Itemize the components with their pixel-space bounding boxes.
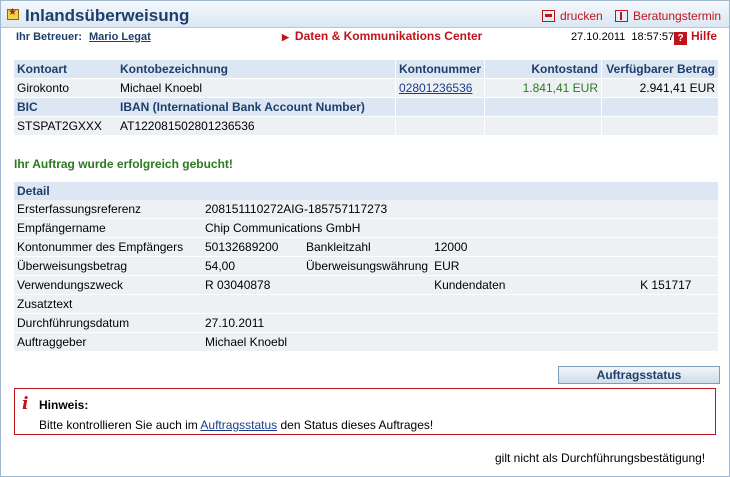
extra-label: Zusatztext: [14, 294, 202, 314]
purpose-label: Verwendungszweck: [14, 275, 202, 295]
empty-header-cell: [484, 97, 602, 117]
col-header-verfuegbar: Verfügbarer Betrag: [601, 60, 718, 79]
empty-cell: [395, 116, 485, 136]
purpose-value: R 03040878: [202, 275, 432, 295]
empty-cell: [484, 116, 602, 136]
col-header-iban: IBAN (International Bank Account Number): [117, 97, 396, 117]
detail-row: Empfängername Chip Communications GmbH: [14, 218, 718, 238]
datetime: 27.10.2011 18:57:57: [571, 31, 675, 43]
help-link[interactable]: ? Hilfe: [674, 29, 717, 45]
bic-header-row: BIC IBAN (International Bank Account Num…: [14, 97, 718, 117]
blz-label: Bankleitzahl: [303, 237, 432, 257]
detail-row: Überweisungsbetrag 54,00 Überweisungswäh…: [14, 256, 718, 276]
notice-title: Hinweis:: [39, 398, 89, 412]
order-status-link[interactable]: Auftragsstatus: [200, 418, 277, 432]
detail-row: Zusatztext: [14, 294, 718, 314]
page-title: Inlandsüberweisung: [25, 6, 190, 25]
communication-center-link[interactable]: Daten & Kommunikations Center: [282, 29, 482, 43]
detail-row: Durchführungsdatum 27.10.2011: [14, 313, 718, 333]
col-header-kontonummer: Kontonummer: [395, 60, 485, 79]
currency-value: EUR: [431, 256, 718, 276]
detail-row: Auftraggeber Michael Knoebl: [14, 332, 718, 352]
date-label: Durchführungsdatum: [14, 313, 202, 333]
success-message: Ihr Auftrag wurde erfolgreich gebucht!: [14, 157, 233, 171]
date-value: 27.10.2011: [202, 313, 718, 333]
account-header-row: Kontoart Kontobezeichnung Kontonummer Ko…: [14, 60, 718, 79]
ref-value: 208151110272AIG-185757117273: [202, 200, 718, 219]
cell-bic: STSPAT2GXXX: [14, 116, 117, 136]
advisor-label: Ihr Betreuer:: [16, 31, 83, 43]
extra-value: [202, 294, 718, 314]
account-table: Kontoart Kontobezeichnung Kontonummer Ko…: [14, 60, 718, 136]
detail-row: Kontonummer des Empfängers 50132689200 B…: [14, 237, 718, 257]
detail-title: Detail: [14, 182, 718, 200]
detail-row: Ersterfassungsreferenz 208151110272AIG-1…: [14, 200, 718, 219]
advisor-link[interactable]: Mario Legat: [89, 31, 151, 43]
recipient-label: Empfängername: [14, 218, 202, 238]
amount-value: 54,00: [202, 256, 303, 276]
cell-kontostand: 1.841,41 EUR: [484, 78, 602, 98]
detail-row: Verwendungszweck R 03040878 Kundendaten …: [14, 275, 718, 295]
currency-label: Überweisungswährung: [303, 256, 432, 276]
acctno-value: 50132689200: [202, 237, 303, 257]
notice-text-after: den Status dieses Auftrages!: [277, 418, 434, 432]
empty-header-cell: [601, 97, 718, 117]
order-status-button[interactable]: Auftragsstatus: [558, 366, 720, 384]
col-header-kontostand: Kontostand: [484, 60, 602, 79]
info-icon: i: [22, 394, 29, 414]
acctno-label: Kontonummer des Empfängers: [14, 237, 202, 257]
account-number-link[interactable]: 02801236536: [399, 81, 472, 95]
blz-value: 12000: [431, 237, 718, 257]
customer-label: Kundendaten: [431, 275, 638, 295]
recipient-value: Chip Communications GmbH: [202, 218, 718, 238]
appointment-label: Beratungstermin: [633, 9, 722, 23]
bic-row: STSPAT2GXXX AT122081502801236536: [14, 116, 718, 136]
col-header-kontoart: Kontoart: [14, 60, 117, 79]
orderer-label: Auftraggeber: [14, 332, 202, 352]
col-header-bic: BIC: [14, 97, 117, 117]
cell-kontobezeichnung: Michael Knoebl: [117, 78, 396, 98]
account-row: Girokonto Michael Knoebl 02801236536 1.8…: [14, 78, 718, 98]
help-label: Hilfe: [691, 29, 718, 43]
sub-header: Ihr Betreuer: Mario Legat Daten & Kommun…: [16, 29, 718, 45]
empty-cell: [601, 116, 718, 136]
notice-box: i Hinweis: Bitte kontrollieren Sie auch …: [14, 388, 716, 435]
appointment-link[interactable]: Beratungstermin: [615, 9, 721, 23]
cell-iban: AT122081502801236536: [117, 116, 396, 136]
calendar-icon: [615, 10, 628, 22]
notice-text: Bitte kontrollieren Sie auch im Auftrags…: [39, 418, 433, 432]
detail-table: Detail Ersterfassungsreferenz 2081511102…: [14, 182, 718, 352]
orderer-value: Michael Knoebl: [202, 332, 718, 352]
help-icon: ?: [674, 32, 687, 45]
title-bar: Inlandsüberweisung drucken Beratungsterm…: [1, 1, 729, 28]
cell-verfuegbar: 2.941,41 EUR: [601, 78, 718, 98]
amount-label: Überweisungsbetrag: [14, 256, 202, 276]
ref-label: Ersterfassungsreferenz: [14, 200, 202, 219]
customer-value: K 151717: [637, 275, 718, 295]
printer-icon: [542, 10, 555, 22]
notice-text-before: Bitte kontrollieren Sie auch im: [39, 418, 201, 432]
footer-note: gilt nicht als Durchführungsbestätigung!: [495, 451, 706, 465]
col-header-kontobezeichnung: Kontobezeichnung: [117, 60, 396, 79]
empty-header-cell: [395, 97, 485, 117]
print-link[interactable]: drucken: [542, 9, 603, 23]
cell-kontoart: Girokonto: [14, 78, 117, 98]
print-label: drucken: [560, 9, 603, 23]
favorite-star-icon[interactable]: [7, 7, 19, 20]
